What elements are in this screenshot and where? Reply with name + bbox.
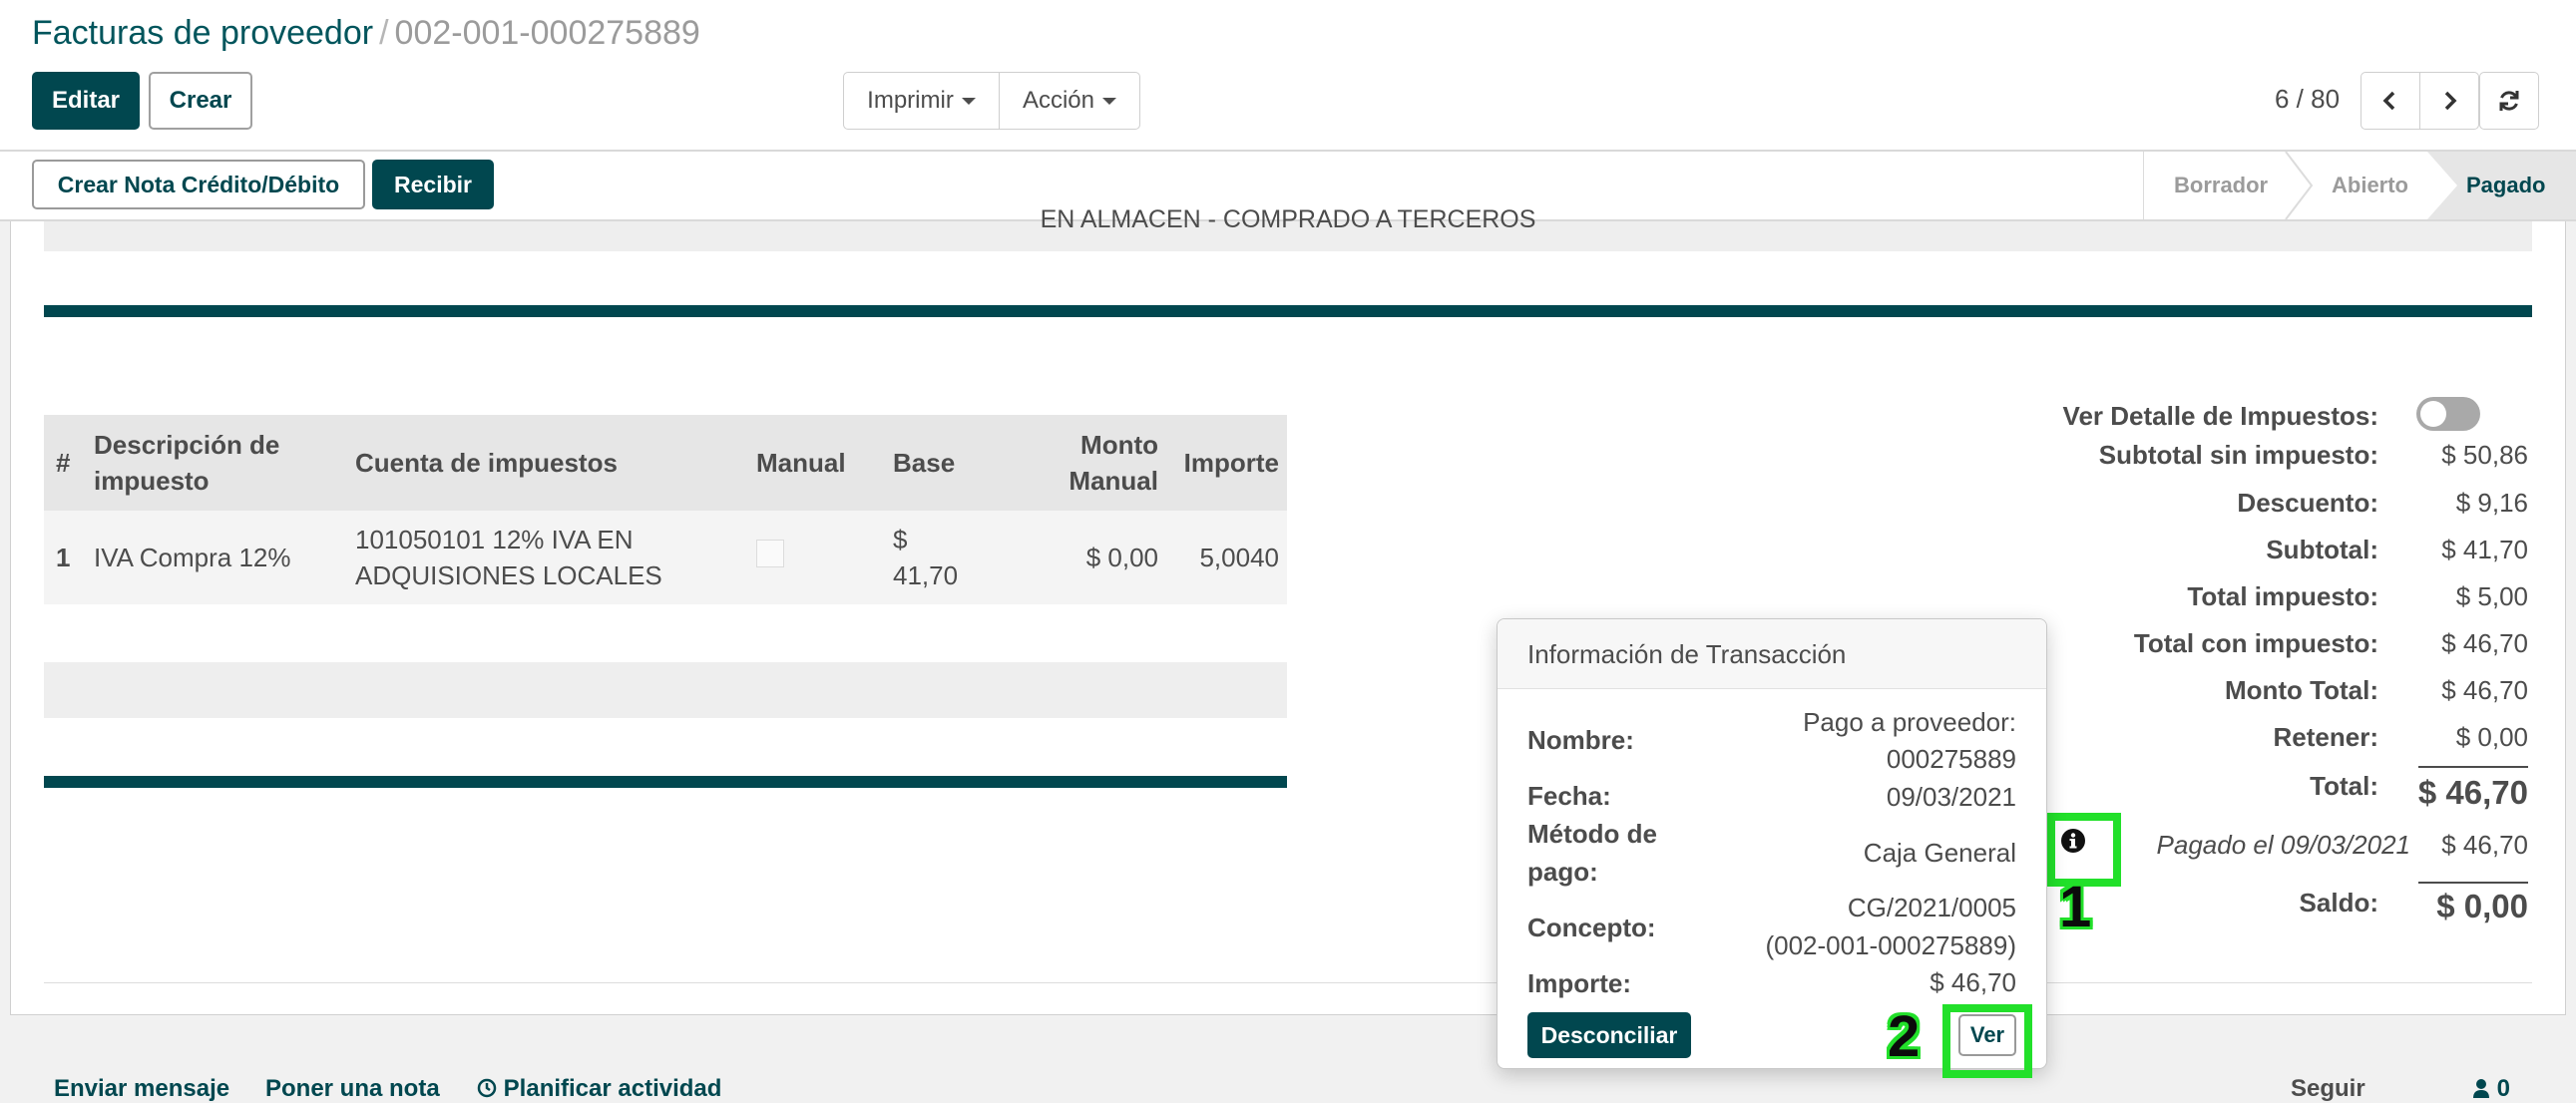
tax-table-header: # Descripción de impuesto Cuenta de impu… bbox=[44, 415, 1287, 511]
amount-label: Importe: bbox=[1527, 968, 1631, 998]
table-footer-row bbox=[44, 662, 1287, 718]
col-number: # bbox=[44, 415, 86, 511]
receive-button[interactable]: Recibir bbox=[372, 160, 494, 209]
create-credit-note-button[interactable]: Crear Nota Crédito/Débito bbox=[32, 160, 365, 209]
breadcrumb: Facturas de proveedor/002-001-000275889 bbox=[32, 14, 700, 53]
chatter-bar: Enviar mensaje Poner una nota Planificar… bbox=[0, 1027, 2576, 1102]
row-base: $ 41,70 bbox=[885, 511, 987, 604]
pager-value[interactable]: 6 / 80 bbox=[2275, 84, 2340, 115]
name-label: Nombre: bbox=[1527, 725, 1634, 755]
product-line-text: EN ALMACEN - COMPRADO A TERCEROS bbox=[1040, 205, 1536, 233]
tax-detail-toggle[interactable] bbox=[2416, 397, 2480, 431]
row-manual bbox=[748, 511, 885, 604]
name-value-line2: 000275889 bbox=[1886, 744, 2016, 774]
send-message-link[interactable]: Enviar mensaje bbox=[54, 1075, 229, 1103]
col-manual-amount[interactable]: Monto Manual bbox=[987, 415, 1166, 511]
amount-total-value: $ 46,70 bbox=[2441, 675, 2528, 705]
clock-icon bbox=[477, 1078, 497, 1098]
row-description: IVA Compra 12% bbox=[86, 511, 347, 604]
tax-detail-label: Ver Detalle de Impuestos: bbox=[2062, 401, 2378, 431]
amount-value: $ 46,70 bbox=[1930, 967, 2016, 997]
annotation-1: 1 bbox=[2059, 875, 2092, 939]
reload-button[interactable] bbox=[2479, 72, 2539, 130]
control-panel: Facturas de proveedor/002-001-000275889 … bbox=[0, 0, 2576, 152]
action-dropdown-button[interactable]: Acción bbox=[999, 72, 1140, 130]
date-label: Fecha: bbox=[1527, 781, 1611, 811]
breadcrumb-separator: / bbox=[379, 14, 389, 52]
section-divider bbox=[44, 305, 2532, 317]
product-line-row: EN ALMACEN - COMPRADO A TERCEROS bbox=[44, 205, 2532, 251]
total-tax-label: Total impuesto: bbox=[2187, 581, 2378, 611]
breadcrumb-parent-link[interactable]: Facturas de proveedor bbox=[32, 14, 373, 52]
total-separator bbox=[2418, 766, 2528, 768]
paid-on-label: Pagado el 09/03/2021 bbox=[2156, 830, 2410, 860]
log-note-link[interactable]: Poner una nota bbox=[265, 1075, 440, 1103]
row-amount: 5,0040 bbox=[1166, 511, 1287, 604]
subtotal-value: $ 41,70 bbox=[2441, 535, 2528, 564]
balance-value: $ 0,00 bbox=[2436, 888, 2528, 924]
paid-amount-value: $ 46,70 bbox=[2441, 830, 2528, 860]
tax-table: # Descripción de impuesto Cuenta de impu… bbox=[44, 415, 1287, 604]
chevron-left-icon bbox=[2382, 91, 2395, 111]
create-button[interactable]: Crear bbox=[149, 72, 252, 130]
name-value-line1: Pago a proveedor: bbox=[1803, 707, 2016, 737]
balance-separator bbox=[2418, 882, 2528, 884]
subtotal-label: Subtotal: bbox=[2266, 535, 2378, 564]
discount-value: $ 9,16 bbox=[2455, 488, 2528, 518]
chevron-down-icon bbox=[1102, 97, 1117, 105]
col-manual[interactable]: Manual bbox=[748, 415, 885, 511]
discount-label: Descuento: bbox=[2237, 488, 2378, 518]
manual-checkbox[interactable] bbox=[756, 539, 784, 567]
row-number: 1 bbox=[44, 511, 86, 604]
popover-title: Información de Transacción bbox=[1498, 619, 2046, 689]
date-value: 09/03/2021 bbox=[1886, 782, 2016, 812]
col-description[interactable]: Descripción de impuesto bbox=[86, 415, 347, 511]
edit-button[interactable]: Editar bbox=[32, 72, 140, 130]
concept-value-line1: CG/2021/0005 bbox=[1847, 893, 2016, 922]
print-dropdown-button[interactable]: Imprimir bbox=[843, 72, 1000, 130]
pager-next-button[interactable] bbox=[2419, 72, 2479, 130]
col-base[interactable]: Base bbox=[885, 415, 987, 511]
col-amount[interactable]: Importe bbox=[1166, 415, 1287, 511]
payment-method-value: Caja General bbox=[1863, 838, 2016, 868]
total-tax-value: $ 5,00 bbox=[2455, 581, 2528, 611]
transaction-popover: Información de Transacción Nombre: Pago … bbox=[1497, 618, 2047, 1069]
payment-method-label-line1: Método de bbox=[1527, 819, 1657, 849]
schedule-activity-link[interactable]: Planificar actividad bbox=[477, 1075, 721, 1103]
breadcrumb-current: 002-001-000275889 bbox=[394, 14, 700, 52]
col-account[interactable]: Cuenta de impuestos bbox=[347, 415, 748, 511]
follow-button[interactable]: Seguir bbox=[2291, 1075, 2365, 1103]
row-account: 101050101 12% IVA EN ADQUISIONES LOCALES bbox=[347, 511, 748, 604]
total-value: $ 46,70 bbox=[2417, 774, 2528, 811]
concept-label: Concepto: bbox=[1527, 913, 1656, 942]
schedule-activity-label: Planificar actividad bbox=[503, 1075, 722, 1102]
concept-value-line2: (002-001-000275889) bbox=[1765, 930, 2016, 960]
total-with-tax-value: $ 46,70 bbox=[2441, 628, 2528, 658]
payment-method-label-line2: pago: bbox=[1527, 857, 1598, 887]
user-icon bbox=[2473, 1079, 2489, 1098]
followers-count: 0 bbox=[2496, 1075, 2511, 1102]
action-label: Acción bbox=[1022, 87, 1095, 114]
table-row[interactable]: 1 IVA Compra 12% 101050101 12% IVA EN AD… bbox=[44, 511, 1287, 604]
subtotal-no-tax-value: $ 50,86 bbox=[2441, 440, 2528, 470]
subtotal-no-tax-label: Subtotal sin impuesto: bbox=[2098, 440, 2378, 470]
pager-previous-button[interactable] bbox=[2361, 72, 2420, 130]
table-divider bbox=[44, 776, 1287, 788]
print-label: Imprimir bbox=[867, 87, 954, 114]
refresh-icon bbox=[2499, 91, 2519, 111]
chevron-right-icon bbox=[2444, 91, 2457, 111]
chevron-down-icon bbox=[961, 97, 976, 105]
row-manual-amount: $ 0,00 bbox=[987, 511, 1166, 604]
followers-button[interactable]: 0 bbox=[2472, 1075, 2510, 1103]
sheet-bottom-divider bbox=[44, 982, 2532, 983]
withhold-value: $ 0,00 bbox=[2455, 722, 2528, 752]
